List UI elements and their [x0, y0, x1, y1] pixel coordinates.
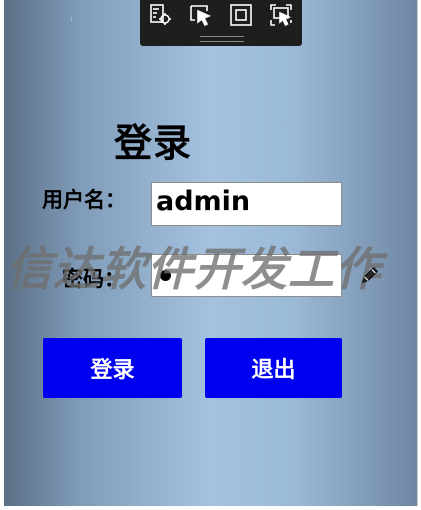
username-label: 用户名： [42, 188, 126, 212]
password-mask-dot [160, 270, 171, 281]
pencil-icon[interactable] [359, 264, 381, 286]
pointer-select-icon[interactable] [184, 0, 216, 30]
window-mark [71, 17, 72, 21]
password-label: 密码： [62, 267, 125, 291]
exit-button[interactable]: 退出 [205, 338, 342, 398]
username-field[interactable]: admin [151, 182, 342, 226]
login-button[interactable]: 登录 [43, 338, 182, 398]
select-element-icon[interactable] [144, 0, 176, 30]
screen-capture-icon[interactable] [265, 0, 297, 30]
login-title: 登录 [114, 121, 193, 165]
frame-toggle-icon[interactable] [225, 0, 257, 30]
devtools-toolbar [140, 0, 302, 46]
password-field[interactable] [151, 254, 342, 297]
login-window: 登录 [4, 0, 417, 506]
toolbar-grip[interactable] [200, 36, 244, 42]
